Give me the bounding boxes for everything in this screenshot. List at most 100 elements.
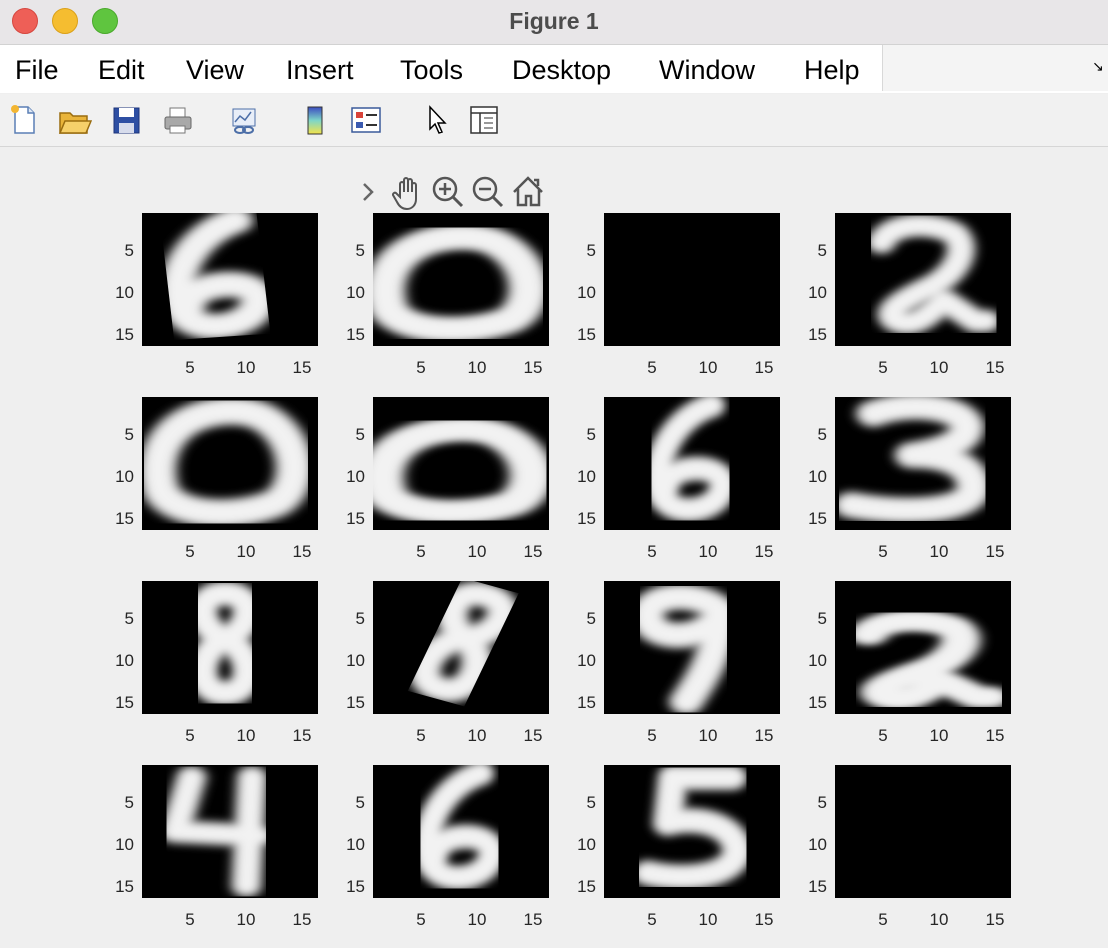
x-tick-label: 5 xyxy=(878,910,888,929)
digit-image-11[interactable] xyxy=(604,581,780,714)
y-tick-label: 15 xyxy=(577,509,596,528)
open-file-icon[interactable] xyxy=(56,102,93,138)
window-title: Figure 1 xyxy=(509,8,599,34)
menu-help[interactable]: Help xyxy=(804,55,860,86)
y-tick-label: 5 xyxy=(586,609,596,628)
x-tick-label: 10 xyxy=(929,542,949,561)
link-plot-icon[interactable] xyxy=(226,102,262,138)
y-tick-label: 15 xyxy=(115,509,134,528)
menu-tools[interactable]: Tools xyxy=(400,55,463,86)
digit-image-15[interactable] xyxy=(604,765,780,898)
x-tick-label: 10 xyxy=(698,358,718,377)
digit-glyph-4 xyxy=(142,765,318,898)
x-tick-label: 15 xyxy=(754,358,774,377)
digit-image-1[interactable] xyxy=(142,213,318,346)
x-tick-label: 15 xyxy=(523,910,543,929)
y-tick-label: 5 xyxy=(817,609,827,628)
x-tick-label: 10 xyxy=(698,910,718,929)
edit-plot-arrow-icon[interactable] xyxy=(420,102,456,138)
legend-icon[interactable] xyxy=(348,102,384,138)
menu-edit[interactable]: Edit xyxy=(98,55,145,86)
digit-image-7[interactable] xyxy=(604,397,780,530)
y-tick-label: 10 xyxy=(577,467,596,486)
digit-glyph-6 xyxy=(142,213,318,346)
digit-image-16[interactable] xyxy=(835,765,1011,898)
y-tick-label: 10 xyxy=(346,467,365,486)
y-tick-label: 5 xyxy=(355,793,365,812)
y-tick-label: 10 xyxy=(808,467,827,486)
y-tick-label: 5 xyxy=(124,425,134,444)
x-tick-label: 5 xyxy=(416,910,426,929)
y-tick-label: 15 xyxy=(346,325,365,344)
y-tick-label: 15 xyxy=(577,693,596,712)
y-tick-label: 5 xyxy=(586,241,596,260)
x-tick-label: 15 xyxy=(292,542,312,561)
x-tick-label: 15 xyxy=(985,542,1005,561)
y-tick-label: 5 xyxy=(124,609,134,628)
menu-file[interactable]: File xyxy=(15,55,59,86)
y-tick-label: 15 xyxy=(808,325,827,344)
y-tick-label: 10 xyxy=(115,283,134,302)
x-tick-label: 5 xyxy=(185,542,195,561)
y-tick-label: 15 xyxy=(808,693,827,712)
digit-image-2[interactable] xyxy=(373,213,549,346)
y-tick-label: 10 xyxy=(577,283,596,302)
y-tick-label: 10 xyxy=(577,835,596,854)
x-tick-label: 10 xyxy=(467,542,487,561)
x-tick-label: 10 xyxy=(467,358,487,377)
x-tick-label: 5 xyxy=(647,542,657,561)
x-tick-label: 10 xyxy=(236,910,256,929)
digit-image-6[interactable] xyxy=(373,397,549,530)
x-tick-label: 15 xyxy=(754,910,774,929)
digit-glyph-2 xyxy=(835,581,1011,714)
menu-overflow-icon[interactable]: ↘ xyxy=(1092,58,1104,75)
menu-window[interactable]: Window xyxy=(659,55,755,86)
x-tick-label: 10 xyxy=(236,542,256,561)
property-inspector-icon[interactable] xyxy=(466,102,502,138)
y-tick-label: 10 xyxy=(346,835,365,854)
x-tick-label: 15 xyxy=(292,910,312,929)
y-tick-label: 15 xyxy=(808,877,827,896)
digit-glyph-1 xyxy=(835,765,1011,898)
digit-image-12[interactable] xyxy=(835,581,1011,714)
menu-insert[interactable]: Insert xyxy=(286,55,354,86)
digit-image-8[interactable] xyxy=(835,397,1011,530)
x-tick-label: 5 xyxy=(416,358,426,377)
digit-glyph-0 xyxy=(373,213,549,346)
x-tick-label: 5 xyxy=(416,542,426,561)
y-tick-label: 15 xyxy=(808,509,827,528)
digit-image-10[interactable] xyxy=(373,581,549,714)
y-tick-label: 10 xyxy=(577,651,596,670)
digit-glyph-9 xyxy=(604,581,780,714)
x-tick-label: 15 xyxy=(985,358,1005,377)
y-tick-label: 15 xyxy=(115,325,134,344)
new-figure-icon[interactable] xyxy=(6,102,42,138)
digit-image-5[interactable] xyxy=(142,397,318,530)
digit-image-9[interactable] xyxy=(142,581,318,714)
y-tick-label: 5 xyxy=(124,241,134,260)
digit-image-4[interactable] xyxy=(835,213,1011,346)
x-tick-label: 10 xyxy=(929,358,949,377)
y-tick-label: 15 xyxy=(346,693,365,712)
x-tick-label: 5 xyxy=(878,358,888,377)
x-tick-label: 15 xyxy=(985,726,1005,745)
menu-view[interactable]: View xyxy=(186,55,244,86)
save-icon[interactable] xyxy=(108,102,144,138)
digit-image-14[interactable] xyxy=(373,765,549,898)
x-tick-label: 15 xyxy=(523,358,543,377)
x-tick-label: 10 xyxy=(929,726,949,745)
colorbar-icon[interactable] xyxy=(298,102,334,138)
y-tick-label: 5 xyxy=(355,425,365,444)
digit-image-3[interactable] xyxy=(604,213,780,346)
digit-image-13[interactable] xyxy=(142,765,318,898)
y-tick-label: 15 xyxy=(346,509,365,528)
x-tick-label: 10 xyxy=(698,726,718,745)
x-tick-label: 10 xyxy=(929,910,949,929)
x-tick-label: 15 xyxy=(292,358,312,377)
y-tick-label: 5 xyxy=(124,793,134,812)
menu-desktop[interactable]: Desktop xyxy=(512,55,611,86)
print-icon[interactable] xyxy=(160,102,196,138)
menu-bar-filler xyxy=(882,45,1108,91)
y-tick-label: 5 xyxy=(586,793,596,812)
x-tick-label: 10 xyxy=(236,358,256,377)
